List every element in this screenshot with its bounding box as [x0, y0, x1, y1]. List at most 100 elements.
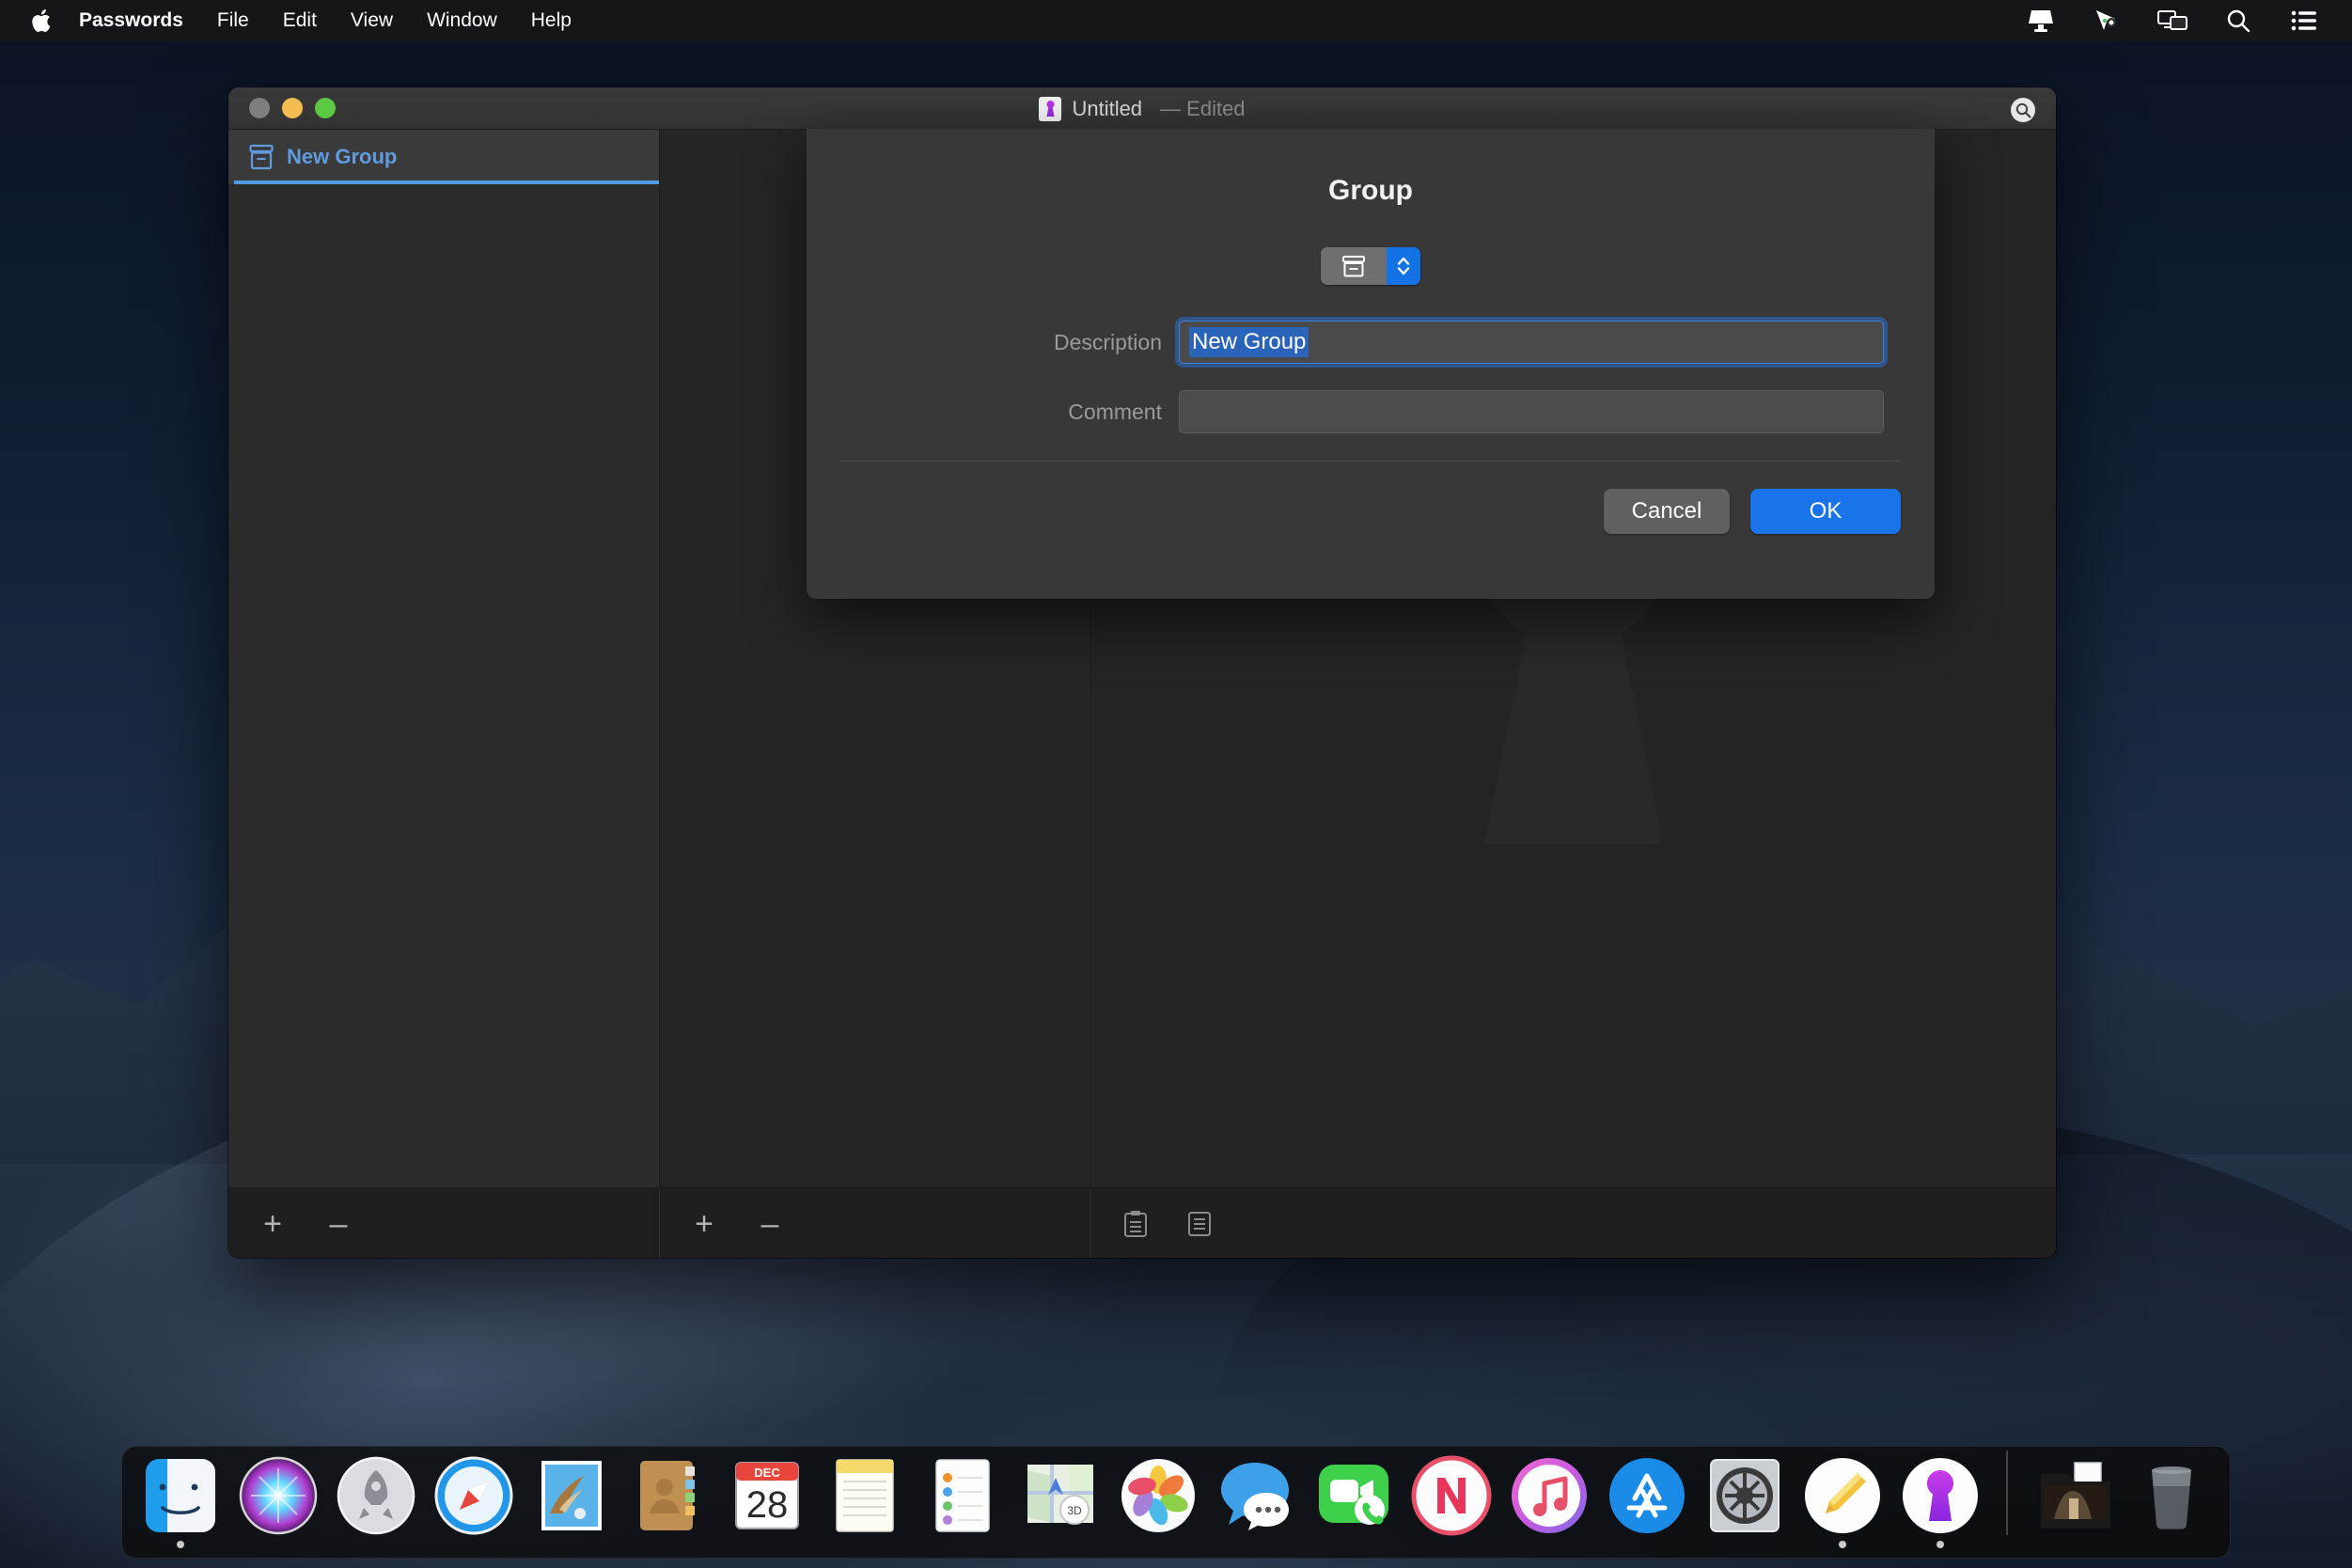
minus-icon: –: [760, 1205, 779, 1242]
dock-item-contacts[interactable]: [626, 1445, 713, 1548]
add-group-button[interactable]: +: [257, 1208, 289, 1240]
screen-mirroring-icon[interactable]: [2156, 7, 2188, 35]
running-indicator: [1545, 1541, 1553, 1548]
running-indicator: [1741, 1541, 1748, 1548]
running-indicator: [1643, 1541, 1651, 1548]
dock-item-downloads-stack[interactable]: [2031, 1445, 2117, 1548]
group-sheet-dialog: Group Description New Group Comment Canc…: [807, 129, 1935, 599]
dock-item-calendar[interactable]: DEC 28: [724, 1445, 810, 1548]
finder-icon: [140, 1455, 221, 1536]
passwords-app-window: Untitled — Edited New Group + – + – Grou…: [228, 87, 2056, 1258]
menu-passwords[interactable]: Passwords: [56, 0, 200, 41]
dock-separator: [2006, 1450, 2008, 1535]
apple-logo-icon[interactable]: [32, 7, 56, 35]
maps-icon: 3D: [1020, 1455, 1101, 1536]
running-indicator: [1839, 1541, 1846, 1548]
comment-input[interactable]: [1179, 390, 1884, 433]
mail-icon: [531, 1455, 612, 1536]
menu-view[interactable]: View: [334, 0, 410, 41]
close-button[interactable]: [249, 98, 270, 118]
menu-help[interactable]: Help: [514, 0, 588, 41]
chevron-updown-icon[interactable]: [1387, 247, 1420, 285]
description-input[interactable]: New Group: [1179, 321, 1884, 364]
dock-item-pencil-app[interactable]: [1799, 1445, 1886, 1548]
downloads-folder-icon: [2033, 1455, 2114, 1536]
keyhole-document-icon[interactable]: [1039, 96, 1062, 121]
window-content: New Group + – + – Group Description New …: [228, 129, 2056, 1258]
dock-item-maps[interactable]: 3D: [1017, 1445, 1104, 1548]
dock-item-facetime[interactable]: [1310, 1445, 1397, 1548]
control-center-icon[interactable]: [2288, 7, 2320, 35]
add-entry-button[interactable]: +: [688, 1208, 720, 1240]
dock-item-launchpad[interactable]: [333, 1445, 419, 1548]
menu-window[interactable]: Window: [410, 0, 514, 41]
trash-icon: [2131, 1455, 2212, 1536]
sidebar-selection-indicator: [234, 180, 659, 184]
dock-item-system-preferences[interactable]: [1701, 1445, 1788, 1548]
dock-item-finder[interactable]: [137, 1445, 224, 1548]
remove-group-button[interactable]: –: [322, 1208, 354, 1240]
facetime-icon: [1313, 1455, 1394, 1536]
dock-item-notes[interactable]: [822, 1445, 908, 1548]
running-indicator: [959, 1541, 966, 1548]
minimize-button[interactable]: [282, 98, 303, 118]
running-indicator: [177, 1541, 184, 1548]
running-indicator: [861, 1541, 869, 1548]
window-edited-status: — Edited: [1160, 96, 1246, 120]
dock-item-passwords[interactable]: [1897, 1445, 1984, 1548]
spotlight-search-icon[interactable]: [2222, 7, 2254, 35]
dock-item-itunes[interactable]: [1506, 1445, 1592, 1548]
dock-item-messages[interactable]: [1213, 1445, 1299, 1548]
sidebar-toolbar-segment: + –: [228, 1188, 660, 1258]
display-icon[interactable]: [2025, 7, 2057, 35]
running-indicator: [1936, 1541, 1944, 1548]
sidebar-item-new-group[interactable]: New Group: [228, 130, 659, 184]
cancel-button[interactable]: Cancel: [1604, 489, 1730, 534]
calendar-icon: DEC 28: [727, 1455, 808, 1536]
pointer-icon[interactable]: [2091, 7, 2123, 35]
running-indicator: [1154, 1541, 1162, 1548]
dock-item-safari[interactable]: [431, 1445, 517, 1548]
groups-sidebar: New Group: [228, 130, 660, 1258]
minus-icon: –: [329, 1205, 348, 1242]
dock-item-reminders[interactable]: [919, 1445, 1006, 1548]
dock-item-mail[interactable]: [528, 1445, 615, 1548]
sheet-button-row: Cancel OK: [807, 462, 1935, 534]
ok-button[interactable]: OK: [1750, 489, 1901, 534]
group-box-icon: [249, 144, 274, 170]
running-indicator: [2070, 1541, 2078, 1548]
running-indicator: [1252, 1541, 1260, 1548]
window-bottom-toolbar: + – + –: [228, 1187, 2056, 1258]
running-indicator: [568, 1541, 575, 1548]
clipboard-icon[interactable]: [1120, 1208, 1152, 1240]
running-indicator: [470, 1541, 478, 1548]
running-indicator: [2168, 1541, 2175, 1548]
dock-item-trash[interactable]: [2128, 1445, 2215, 1548]
group-popup-row: [807, 247, 1935, 285]
running-indicator: [372, 1541, 380, 1548]
running-indicator: [1350, 1541, 1357, 1548]
detail-toolbar-segment: [1091, 1188, 2056, 1258]
window-traffic-lights: [228, 98, 336, 118]
notes-icon[interactable]: [1184, 1208, 1215, 1240]
sidebar-item-label: New Group: [287, 145, 398, 168]
menu-edit[interactable]: Edit: [266, 0, 334, 41]
dock-item-app-store[interactable]: [1604, 1445, 1690, 1548]
group-type-popup-button[interactable]: [1321, 247, 1420, 285]
remove-entry-button[interactable]: –: [754, 1208, 786, 1240]
entries-toolbar-segment: + –: [660, 1188, 1091, 1258]
window-title-bar: Untitled — Edited: [228, 87, 2056, 130]
dock-item-news[interactable]: [1408, 1445, 1495, 1548]
window-title: Untitled: [1072, 96, 1143, 120]
zoom-button[interactable]: [315, 98, 336, 118]
plus-icon: +: [263, 1205, 282, 1242]
launchpad-icon: [336, 1455, 416, 1536]
dock-item-siri[interactable]: [235, 1445, 321, 1548]
search-icon[interactable]: [2011, 98, 2035, 122]
svg-text:DEC: DEC: [754, 1466, 780, 1480]
dock-item-photos[interactable]: [1115, 1445, 1201, 1548]
window-title-group: Untitled — Edited: [228, 87, 2056, 130]
description-row: Description New Group: [807, 321, 1935, 364]
comment-row: Comment: [807, 390, 1935, 433]
menu-file[interactable]: File: [200, 0, 266, 41]
